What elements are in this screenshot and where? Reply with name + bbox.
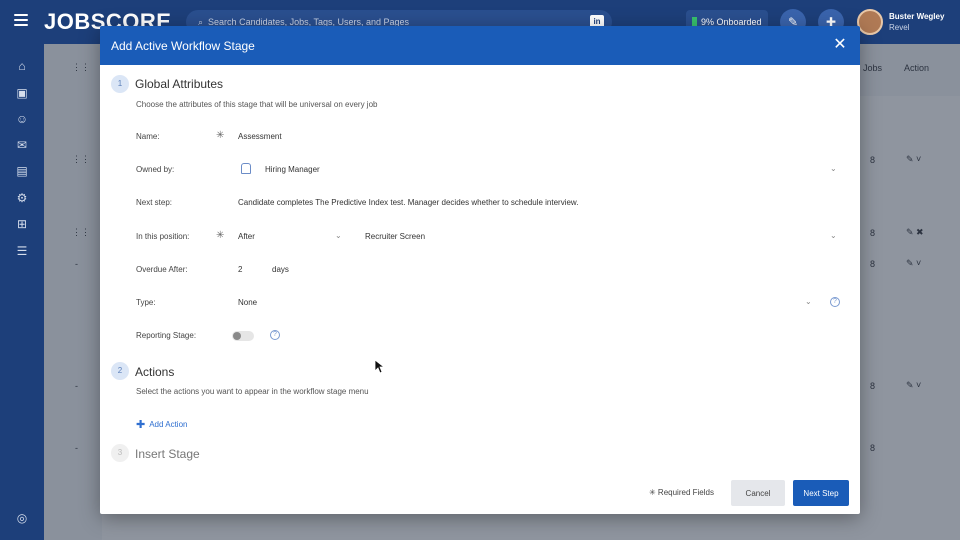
add-workflow-stage-modal: Add Active Workflow Stage ✕ 1 Global Att… [100, 26, 860, 514]
step-number-2: 2 [111, 362, 129, 380]
name-input[interactable]: Assessment [238, 132, 282, 141]
required-fields-note: ✳ Required Fields [649, 488, 714, 497]
step-description: Choose the attributes of this stage that… [136, 100, 378, 109]
required-asterisk-icon: ✳ [216, 230, 225, 241]
modal-title: Add Active Workflow Stage [111, 39, 255, 53]
owned-by-label: Owned by: [136, 165, 175, 174]
next-step-label: Next step: [136, 198, 173, 207]
overdue-label: Overdue After: [136, 265, 188, 274]
help-question-icon[interactable]: ? [830, 297, 840, 307]
modal-header: Add Active Workflow Stage ✕ [100, 26, 860, 65]
owner-person-icon [241, 163, 251, 174]
chevron-down-icon[interactable]: ⌄ [805, 297, 812, 306]
step-title-actions: Actions [135, 365, 175, 379]
next-step-button[interactable]: Next Step [793, 480, 849, 506]
step-number-1: 1 [111, 75, 129, 93]
type-label: Type: [136, 298, 156, 307]
position-stage-select[interactable]: Recruiter Screen [365, 232, 425, 241]
overdue-days-input[interactable]: 2 [238, 265, 242, 274]
position-label: In this position: [136, 232, 190, 241]
chevron-down-icon[interactable]: ⌄ [830, 164, 837, 173]
required-asterisk-icon: ✳ [216, 130, 225, 141]
step-title-insert-stage: Insert Stage [135, 447, 200, 461]
chevron-down-icon[interactable]: ⌄ [335, 231, 342, 240]
plus-icon: ✚ [136, 419, 146, 431]
add-action-button[interactable]: ✚ Add Action [136, 418, 187, 431]
chevron-down-icon[interactable]: ⌄ [830, 231, 837, 240]
help-question-icon[interactable]: ? [270, 330, 280, 340]
step-description: Select the actions you want to appear in… [136, 387, 369, 396]
toggle-knob [233, 332, 241, 340]
type-select[interactable]: None [238, 298, 257, 307]
owned-by-select[interactable]: Hiring Manager [265, 165, 320, 174]
position-relation-select[interactable]: After [238, 232, 255, 241]
step-number-3: 3 [111, 444, 129, 462]
step-title-global-attributes: Global Attributes [135, 77, 224, 91]
overdue-unit-label: days [272, 265, 289, 274]
name-label: Name: [136, 132, 160, 141]
reporting-stage-toggle[interactable] [232, 331, 254, 341]
reporting-stage-label: Reporting Stage: [136, 331, 197, 340]
cancel-button[interactable]: Cancel [731, 480, 785, 506]
mouse-cursor-icon [375, 360, 385, 374]
next-step-input[interactable]: Candidate completes The Predictive Index… [238, 198, 579, 207]
add-action-label: Add Action [149, 420, 188, 429]
close-icon[interactable]: ✕ [830, 35, 850, 55]
